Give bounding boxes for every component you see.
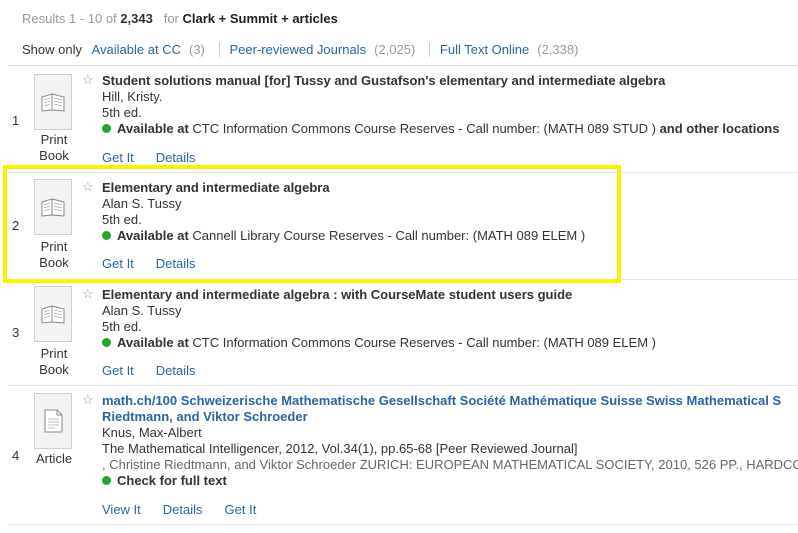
record-type-label: Print Book <box>39 132 69 163</box>
view-it-link[interactable]: View It <box>102 502 141 517</box>
availability-status: Available at CTC Information Commons Cou… <box>102 121 779 136</box>
record-title[interactable]: Elementary and intermediate algebra <box>102 180 330 195</box>
facet-filters: Show only Available at CC (3) Peer-review… <box>22 42 578 57</box>
record-type-label: Print Book <box>39 346 69 377</box>
results-for-word: for <box>163 11 179 26</box>
get-it-link[interactable]: Get It <box>102 150 134 165</box>
available-dot-icon <box>102 476 111 485</box>
record-actions: Get It Details <box>102 363 218 378</box>
record-edition: 5th ed. <box>102 105 142 120</box>
star-icon[interactable]: ☆ <box>82 179 94 195</box>
show-only-label: Show only <box>22 42 82 57</box>
article-icon[interactable] <box>34 393 72 449</box>
print-book-icon[interactable] <box>34 179 72 235</box>
availability-status: Check for full text <box>102 473 227 488</box>
filter-link-available-at-cc[interactable]: Available at CC <box>92 42 181 57</box>
result-record-4: 4 Article ☆ math.ch/100 Schweizerische M… <box>8 386 798 525</box>
availability-status: Available at Cannell Library Course Rese… <box>102 228 585 243</box>
filter-full-text-online: Full Text Online (2,338) <box>428 42 579 57</box>
results-range: Results 1 - 10 of <box>22 11 117 26</box>
record-number: 1 <box>12 113 20 128</box>
get-it-link[interactable]: Get It <box>102 256 134 271</box>
record-author: Alan S. Tussy <box>102 303 182 318</box>
record-type-label: Print Book <box>39 239 69 270</box>
record-actions: Get It Details <box>102 256 218 271</box>
filter-count: (3) <box>188 42 205 57</box>
filter-available-at-cc: Available at CC (3) <box>92 42 205 57</box>
details-link[interactable]: Details <box>156 256 196 271</box>
results-total: 2,343 <box>120 11 153 26</box>
available-dot-icon <box>102 338 111 347</box>
get-it-link[interactable]: Get It <box>102 363 134 378</box>
record-title[interactable]: Elementary and intermediate algebra : wi… <box>102 287 572 302</box>
availability-status: Available at CTC Information Commons Cou… <box>102 335 656 350</box>
star-icon[interactable]: ☆ <box>82 72 94 88</box>
available-dot-icon <box>102 124 111 133</box>
search-query: Clark + Summit + articles <box>182 11 338 26</box>
details-link[interactable]: Details <box>156 363 196 378</box>
record-title[interactable]: math.ch/100 Schweizerische Mathematische… <box>102 393 781 408</box>
filter-link-full-text-online[interactable]: Full Text Online <box>440 42 529 57</box>
result-record-3: 3 Print Book ☆ Elementary and intermedia… <box>8 280 798 386</box>
print-book-icon[interactable] <box>34 74 72 130</box>
filter-peer-reviewed: Peer-reviewed Journals (2,025) <box>218 42 416 57</box>
record-edition: 5th ed. <box>102 319 142 334</box>
record-edition: 5th ed. <box>102 212 142 227</box>
record-number: 4 <box>12 448 20 463</box>
record-snippet: , Christine Riedtmann, and Viktor Schroe… <box>102 457 798 472</box>
record-author: Hill, Kristy. <box>102 89 163 104</box>
details-link[interactable]: Details <box>163 502 203 517</box>
details-link[interactable]: Details <box>156 150 196 165</box>
record-actions: View It Details Get It <box>102 502 278 517</box>
filter-count: (2,025) <box>374 42 416 57</box>
record-number: 2 <box>12 218 20 233</box>
result-record-1: 1 Print Book ☆ Student solutions manual … <box>8 66 798 173</box>
get-it-link[interactable]: Get It <box>225 502 257 517</box>
record-title[interactable]: Student solutions manual [for] Tussy and… <box>102 73 665 88</box>
record-author: Knus, Max-Albert <box>102 425 202 440</box>
record-number: 3 <box>12 325 20 340</box>
results-summary: Results 1 - 10 of 2,343 for Clark + Summ… <box>22 11 338 26</box>
star-icon[interactable]: ☆ <box>82 392 94 408</box>
print-book-icon[interactable] <box>34 286 72 342</box>
record-title-continued[interactable]: Riedtmann, and Viktor Schroeder <box>102 409 308 424</box>
result-record-2: 2 Print Book ☆ Elementary and intermedia… <box>8 173 798 280</box>
record-author: Alan S. Tussy <box>102 196 182 211</box>
record-source: The Mathematical Intelligencer, 2012, Vo… <box>102 441 578 456</box>
filter-count: (2,338) <box>537 42 579 57</box>
record-actions: Get It Details <box>102 150 218 165</box>
filter-link-peer-reviewed[interactable]: Peer-reviewed Journals <box>230 42 367 57</box>
available-dot-icon <box>102 231 111 240</box>
star-icon[interactable]: ☆ <box>82 286 94 302</box>
record-type-label: Article <box>35 451 73 466</box>
